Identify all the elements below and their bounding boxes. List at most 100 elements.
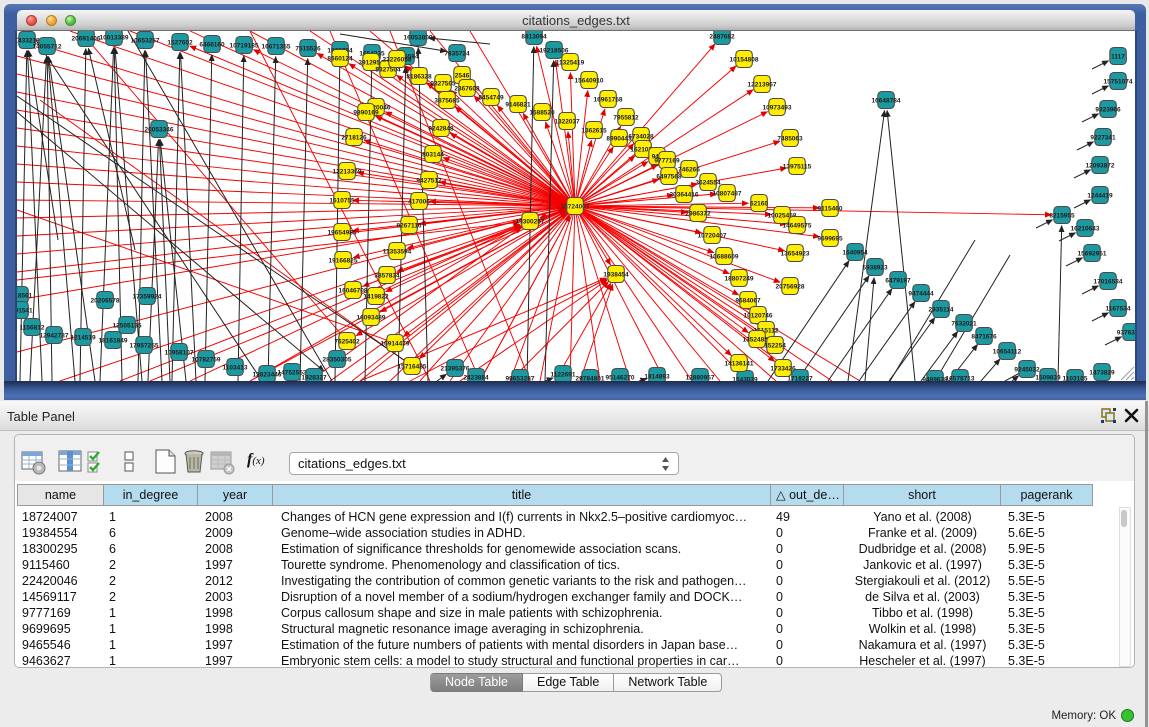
svg-text:9489638: 9489638	[922, 377, 948, 382]
svg-text:29784801: 29784801	[576, 376, 605, 382]
svg-text:1543039: 1543039	[732, 377, 758, 382]
svg-text:10154808: 10154808	[730, 57, 759, 64]
svg-text:15692951: 15692951	[1078, 251, 1107, 258]
svg-text:95146270: 95146270	[606, 375, 635, 382]
svg-text:1938454: 1938454	[603, 272, 629, 279]
svg-text:12213369: 12213369	[333, 169, 362, 176]
svg-text:12213967: 12213967	[748, 82, 777, 89]
svg-text:17359924: 17359924	[133, 294, 162, 301]
svg-text:13654923: 13654923	[781, 251, 810, 258]
svg-text:20053346: 20053346	[145, 127, 174, 134]
svg-text:6734028: 6734028	[628, 134, 654, 141]
svg-text:1509839: 1509839	[1035, 375, 1061, 382]
svg-text:17957255: 17957255	[130, 343, 159, 350]
svg-text:11325419: 11325419	[556, 60, 585, 67]
svg-text:15716485: 15716485	[398, 364, 427, 371]
svg-text:19654985: 19654985	[328, 230, 357, 237]
svg-text:18161849: 18161849	[99, 338, 128, 345]
svg-text:1733426: 1733426	[770, 366, 796, 373]
svg-text:803144: 803144	[422, 152, 444, 159]
svg-text:28350305: 28350305	[323, 357, 352, 364]
svg-text:6466160: 6466160	[199, 42, 225, 49]
svg-text:20206578: 20206578	[91, 298, 120, 305]
svg-text:16578713: 16578713	[946, 376, 975, 382]
svg-text:9227341: 9227341	[1090, 135, 1116, 142]
svg-text:12505135: 12505135	[113, 323, 142, 330]
svg-text:152254: 152254	[764, 343, 786, 350]
svg-text:1718227: 1718227	[787, 376, 813, 382]
svg-text:8813094: 8813094	[521, 34, 547, 41]
svg-text:18724007: 18724007	[561, 204, 590, 211]
svg-text:14136141: 14136141	[725, 361, 754, 368]
svg-text:10120746: 10120746	[744, 313, 773, 320]
svg-text:17016534: 17016534	[1094, 279, 1123, 286]
svg-text:1244419: 1244419	[1087, 193, 1113, 200]
svg-text:12942737: 12942737	[40, 333, 69, 340]
svg-text:10973493: 10973493	[763, 105, 792, 112]
svg-text:9474444: 9474444	[908, 291, 934, 298]
svg-text:8267110: 8267110	[397, 223, 422, 230]
svg-text:16961758: 16961758	[594, 97, 623, 104]
svg-text:16671355: 16671355	[262, 44, 291, 51]
svg-text:2487682: 2487682	[709, 34, 735, 41]
svg-text:19300257: 19300257	[516, 219, 545, 226]
svg-text:1419822: 1419822	[363, 294, 389, 301]
svg-text:2718126: 2718126	[341, 135, 367, 142]
svg-text:99653287: 99653287	[506, 376, 535, 382]
svg-text:14649575: 14649575	[783, 223, 812, 230]
svg-text:1103413: 1103413	[223, 365, 248, 372]
svg-text:10013389: 10013389	[100, 35, 129, 42]
svg-text:10688609: 10688609	[710, 254, 739, 261]
svg-text:16914479: 16914479	[381, 341, 410, 348]
svg-text:1640954: 1640954	[842, 250, 868, 257]
svg-text:1103105: 1103105	[1063, 376, 1088, 382]
svg-text:5938923: 5938923	[862, 265, 888, 272]
svg-text:23226058: 23226058	[383, 57, 412, 64]
svg-text:8660124: 8660124	[327, 56, 353, 63]
svg-text:1814893: 1814893	[644, 374, 670, 381]
svg-text:16210643: 16210643	[1071, 226, 1100, 233]
svg-text:15640910: 15640910	[575, 78, 604, 85]
svg-text:6497568: 6497568	[656, 174, 682, 181]
svg-text:19166825: 19166825	[329, 258, 358, 265]
svg-text:7955812: 7955812	[613, 115, 639, 122]
svg-text:7835724: 7835724	[444, 51, 470, 58]
svg-text:10720407: 10720407	[698, 233, 727, 240]
svg-text:20364416: 20364416	[670, 192, 699, 199]
svg-text:417006: 417006	[408, 199, 430, 206]
svg-text:1362615: 1362615	[581, 128, 607, 135]
svg-text:7625402: 7625402	[334, 339, 360, 346]
svg-text:10719185: 10719185	[230, 43, 259, 50]
svg-text:12093872: 12093872	[1086, 163, 1115, 170]
svg-text:6479197: 6479197	[885, 278, 911, 285]
svg-text:2367608: 2367608	[454, 86, 480, 93]
svg-text:9777169: 9777169	[654, 158, 680, 165]
svg-text:10654112: 10654112	[993, 349, 1022, 356]
svg-text:9242848: 9242848	[428, 126, 454, 133]
svg-text:10782759: 10782759	[192, 357, 221, 364]
svg-text:1122691: 1122691	[551, 372, 576, 379]
svg-text:1610755: 1610755	[329, 198, 355, 205]
svg-text:9323966: 9323966	[1095, 107, 1121, 114]
svg-text:7485063: 7485063	[777, 136, 803, 143]
svg-text:8186328: 8186328	[406, 74, 432, 81]
svg-text:20691406: 20691406	[72, 36, 101, 43]
svg-text:2546: 2546	[455, 73, 470, 80]
svg-text:1118561: 1118561	[17, 293, 33, 300]
svg-text:746266: 746266	[678, 167, 700, 174]
svg-text:9327505: 9327505	[430, 81, 456, 88]
svg-text:7515526: 7515526	[295, 46, 321, 53]
svg-text:3624554: 3624554	[695, 180, 721, 187]
svg-text:3875685: 3875685	[434, 98, 460, 105]
svg-text:1473829: 1473829	[1089, 370, 1115, 377]
svg-text:15751074: 15751074	[1104, 79, 1133, 86]
svg-text:9684067: 9684067	[735, 298, 761, 305]
svg-text:16093489: 16093489	[357, 315, 386, 322]
svg-text:8215955: 8215955	[1049, 213, 1075, 220]
svg-text:9699695: 9699695	[817, 236, 843, 243]
svg-text:1588520: 1588520	[529, 110, 555, 117]
svg-text:21395376: 21395376	[441, 366, 470, 373]
svg-text:9146821: 9146821	[505, 102, 531, 109]
svg-text:14055712: 14055712	[33, 44, 62, 51]
svg-text:2423884: 2423884	[463, 375, 489, 382]
